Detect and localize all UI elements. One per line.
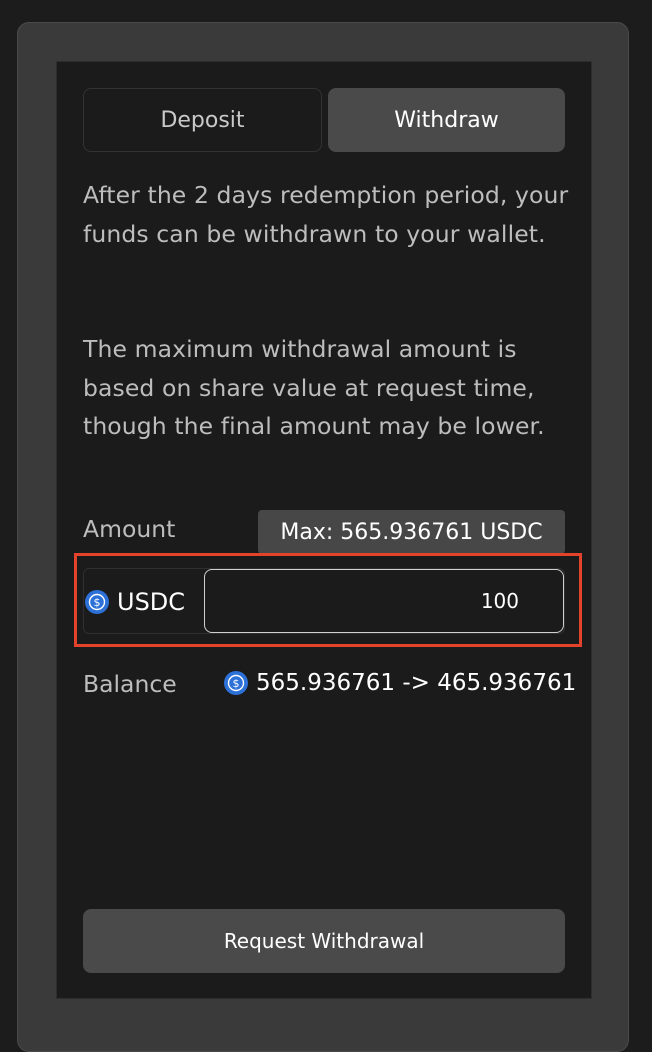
balance-change: $ 565.936761 -> 465.936761 bbox=[224, 670, 576, 696]
max-withdrawal-info-text: The maximum withdrawal amount is based o… bbox=[83, 335, 545, 440]
token-selector: $ USDC bbox=[85, 588, 185, 616]
amount-label: Amount bbox=[83, 515, 176, 543]
usdc-coin-icon: $ bbox=[85, 590, 109, 614]
redemption-info-text: After the 2 days redemption period, your… bbox=[83, 181, 569, 248]
tab-deposit[interactable]: Deposit bbox=[83, 88, 322, 152]
token-symbol: USDC bbox=[117, 588, 186, 616]
tab-withdraw[interactable]: Withdraw bbox=[328, 88, 565, 152]
amount-input[interactable] bbox=[204, 569, 564, 633]
balance-value-text: 565.936761 -> 465.936761 bbox=[256, 670, 577, 696]
usdc-coin-icon: $ bbox=[224, 671, 248, 695]
request-withdrawal-button[interactable]: Request Withdrawal bbox=[83, 909, 565, 973]
svg-text:$: $ bbox=[94, 596, 101, 609]
max-amount-button[interactable]: Max: 565.936761 USDC bbox=[258, 510, 565, 554]
svg-text:$: $ bbox=[233, 677, 240, 690]
balance-label: Balance bbox=[83, 670, 177, 698]
